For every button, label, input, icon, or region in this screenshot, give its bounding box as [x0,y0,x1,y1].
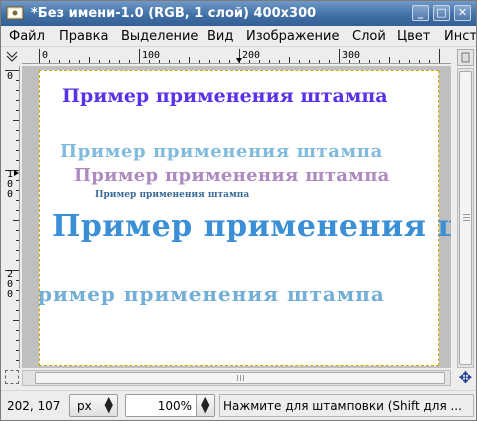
minimize-icon: _ [417,6,424,19]
window-title: *Без имени-1.0 (RGB, 1 слой) 400x300 [31,6,317,21]
quick-mask-icon[interactable] [5,370,19,384]
gimp-image-window: *Без имени-1.0 (RGB, 1 слой) 400x300 _ □… [0,0,477,421]
menu-select[interactable]: Выделение [121,29,198,44]
hruler-label-0: 0 [42,50,49,61]
status-bar: 202, 107 px ▲ ▼ 100% ▲ ▼ Нажмите для штамп… [1,390,476,420]
vruler-label-100: 100 [7,169,14,200]
horizontal-ruler-ticks [39,49,440,63]
menu-image[interactable]: Изображение [246,29,339,44]
hruler-label-100: 100 [142,50,161,61]
zoom-dropdown-button[interactable]: ▲ ▼ [196,395,214,416]
stamp-clone-1: Пример применения штампа [60,141,383,162]
unit-value: px [77,399,92,413]
minimize-button[interactable]: _ [412,5,429,21]
stamp-clone-2: Пример применения штампа [74,165,390,186]
vruler-label-0: 0 [7,71,14,82]
image-canvas[interactable]: Пример применения штампа Пример применен… [38,70,451,366]
spin-arrows-icon: ▲ ▼ [104,394,113,415]
horizontal-ruler[interactable]: 0 100 200 300 [22,49,451,64]
canvas-area[interactable]: Пример применения штампа Пример применен… [22,66,451,368]
app-icon [6,6,24,20]
ruler-corner-icon[interactable] [5,49,19,64]
pointer-coordinates: 202, 107 [7,399,61,413]
stamp-clone-5: ример применения штампа [38,282,385,306]
spin-arrows-icon: ▲ ▼ [201,394,210,415]
menu-bar: Файл Правка Выделение Вид Изображение Сл… [1,26,476,47]
vertical-ruler-ticks [5,70,19,361]
zoom-selector[interactable]: 100% ▲ ▼ [125,394,215,417]
menu-view[interactable]: Вид [207,29,233,44]
hruler-label-200: 200 [242,50,261,61]
nav-arrow-button[interactable] [457,49,474,66]
menu-file[interactable]: Файл [9,29,45,44]
stamp-clone-3: Пример применения штампа [95,190,250,200]
maximize-button[interactable]: □ [433,5,450,21]
menu-colors[interactable]: Цвет [397,29,430,44]
vruler-label-200: 200 [7,269,14,300]
stamp-clone-4: Пример применения ш [52,209,451,244]
hruler-label-300: 300 [342,50,361,61]
maximize-icon: □ [436,6,447,19]
vertical-ruler[interactable]: 0 100 200 [5,66,20,368]
canvas-title-text: Пример применения штампа [62,85,388,107]
title-bar[interactable]: *Без имени-1.0 (RGB, 1 слой) 400x300 _ □… [1,1,476,26]
menu-tools[interactable]: Инст [444,29,476,44]
nav-arrow-icon [461,52,470,63]
vertical-scrollbar[interactable] [457,68,474,368]
close-button[interactable]: ✕ [454,5,471,21]
horizontal-scroll-thumb[interactable] [35,372,445,384]
zoom-value: 100% [157,399,192,413]
navigate-icon[interactable]: ✥ [457,370,474,387]
status-message: Нажмите для штамповки (Shift для ... [219,394,474,417]
vertical-scroll-thumb[interactable] [459,71,472,365]
close-icon: ✕ [457,6,468,19]
unit-selector[interactable]: px ▲ ▼ [69,394,118,417]
horizontal-scrollbar[interactable] [22,370,451,386]
menu-edit[interactable]: Правка [59,29,108,44]
menu-layer[interactable]: Слой [352,29,386,44]
status-hint-text: Нажмите для штамповки (Shift для ... [223,399,462,413]
